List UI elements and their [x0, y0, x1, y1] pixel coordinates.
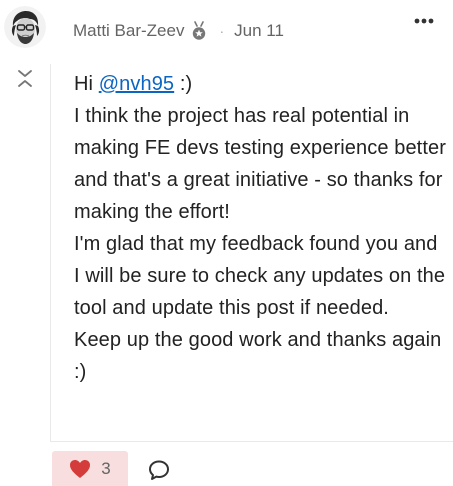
body-paragraph-2: I'm glad that my feedback found you and … [74, 233, 446, 319]
like-count: 3 [101, 458, 111, 478]
thread-line [50, 64, 51, 442]
user-mention-link[interactable]: @nvh95 [99, 73, 174, 95]
greeting-line: Hi @nvh95 :) [74, 68, 446, 100]
more-horizontal-icon [414, 18, 434, 24]
greeting-suffix: :) [174, 73, 193, 95]
post-body: Hi @nvh95 :) I think the project has rea… [74, 68, 446, 388]
award-badge-icon [191, 21, 207, 41]
reply-button[interactable] [147, 458, 171, 482]
like-button[interactable]: 3 [52, 451, 128, 486]
post-container: Matti Bar-Zeev · Jun 11 Hi @nvh95 :) I t… [0, 0, 453, 486]
avatar-icon [4, 6, 46, 48]
post-date[interactable]: Jun 11 [234, 21, 284, 41]
body-paragraph-1: I think the project has real potential i… [74, 105, 446, 223]
post-divider [50, 441, 453, 442]
author-avatar[interactable] [4, 6, 46, 48]
comment-bubble-icon [149, 460, 169, 480]
collapse-toggle-button[interactable] [14, 68, 36, 90]
body-paragraph-3: Keep up the good work and thanks again :… [74, 329, 442, 383]
more-options-button[interactable] [409, 10, 439, 32]
header-separator: · [219, 23, 225, 39]
author-name-link[interactable]: Matti Bar-Zeev [73, 21, 184, 41]
collapse-chevrons-icon [18, 70, 32, 87]
greeting-text: Hi [74, 73, 94, 95]
heart-icon [70, 459, 91, 478]
post-header: Matti Bar-Zeev · Jun 11 [73, 18, 284, 44]
